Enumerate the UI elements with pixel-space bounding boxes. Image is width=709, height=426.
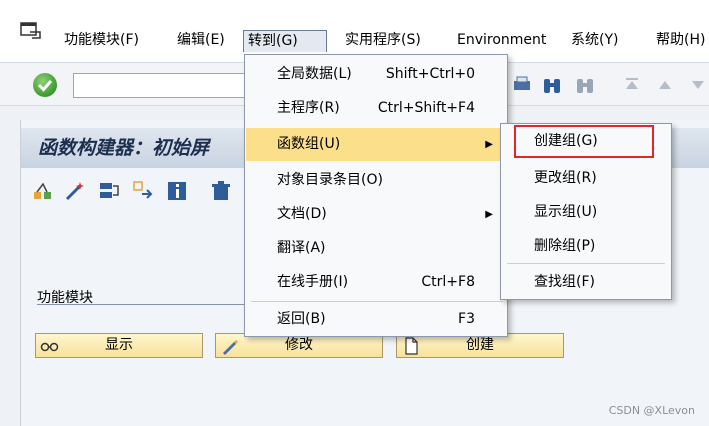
menu-item-label: 返回(B) [277, 311, 326, 327]
submenu-arrow-icon: ▶ [485, 139, 493, 150]
hierarchy-icon[interactable] [32, 180, 54, 202]
submenu-item-delete-group[interactable]: 删除组(P) [501, 230, 671, 263]
menu-item-online-manual[interactable]: 在线手册(I) Ctrl+F8 [246, 266, 506, 299]
menu-item-shortcut: F3 [458, 311, 475, 327]
display-button[interactable]: 显示 [35, 333, 203, 358]
menu-item-shortcut: Ctrl+F8 [421, 274, 475, 290]
submenu-item-change-group[interactable]: 更改组(R) [501, 162, 671, 195]
submenu-item-label: 显示组(U) [534, 204, 598, 220]
submenu-item-label: 查找组(F) [534, 274, 595, 290]
magic-wand-icon[interactable] [64, 180, 86, 202]
change-button-label: 修改 [285, 337, 313, 353]
create-button-label: 创建 [466, 337, 494, 353]
menu-item-shortcut: Ctrl+Shift+F4 [377, 100, 475, 116]
menu-system[interactable]: 系统(Y) [567, 30, 622, 52]
find-binoculars-icon[interactable] [542, 75, 562, 95]
submenu-separator [507, 263, 665, 264]
menu-goto[interactable]: 转到(G) [243, 30, 327, 52]
glasses-icon [40, 342, 59, 352]
menu-item-label: 对象目录条目(O) [277, 172, 383, 188]
find-next-icon[interactable] [575, 75, 595, 95]
menu-utilities[interactable]: 实用程序(S) [341, 30, 425, 52]
watermark: CSDN @XLevon [608, 404, 695, 417]
transfer-icon[interactable] [132, 180, 154, 202]
pencil-icon [223, 340, 238, 355]
menu-item-global-data[interactable]: 全局数据(L) Shift+Ctrl+0 [246, 58, 506, 91]
menu-item-main-program[interactable]: 主程序(R) Ctrl+Shift+F4 [246, 92, 506, 125]
menu-item-back[interactable]: 返回(B) F3 [246, 303, 506, 336]
menu-environment[interactable]: Environment [453, 30, 550, 52]
submenu-item-label: 删除组(P) [534, 238, 596, 254]
print-icon[interactable] [512, 75, 532, 95]
menu-item-label: 函数组(U) [277, 136, 341, 152]
delete-trash-icon[interactable] [210, 180, 232, 202]
display-button-label: 显示 [105, 337, 133, 353]
menu-edit[interactable]: 编辑(E) [173, 30, 229, 52]
info-icon[interactable] [166, 180, 188, 202]
submenu-item-label: 更改组(R) [534, 170, 597, 186]
submenu-item-label: 创建组(G) [534, 133, 598, 149]
submenu-item-create-group[interactable]: 创建组(G) [514, 125, 654, 158]
structure-icon[interactable] [98, 180, 120, 202]
new-document-icon [405, 337, 418, 355]
function-group-submenu: 创建组(G) 更改组(R) 显示组(U) 删除组(P) 查找组(F) [500, 123, 672, 300]
menu-item-translation[interactable]: 翻译(A) [246, 232, 506, 265]
submenu-item-find-group[interactable]: 查找组(F) [501, 266, 671, 299]
next-page-icon[interactable] [688, 75, 708, 95]
command-field[interactable] [73, 73, 253, 98]
menu-help[interactable]: 帮助(H) [652, 30, 709, 52]
menu-item-documentation[interactable]: 文档(D) ▶ [246, 198, 506, 231]
menu-item-label: 翻译(A) [277, 240, 326, 256]
menu-item-label: 在线手册(I) [277, 274, 349, 290]
first-page-icon[interactable] [622, 75, 642, 95]
menu-function-module[interactable]: 功能模块(F) [60, 30, 143, 52]
function-module-field-underline [37, 304, 247, 305]
menu-item-object-directory-entry[interactable]: 对象目录条目(O) [246, 164, 506, 197]
menu-item-label: 主程序(R) [277, 100, 340, 116]
menu-item-shortcut: Shift+Ctrl+0 [385, 66, 475, 82]
menu-bar: 功能模块(F) 编辑(E) 转到(G) 实用程序(S) Environment … [0, 0, 709, 62]
menu-item-label: 全局数据(L) [277, 66, 352, 82]
page-title: 函数构建器：初始屏 [38, 137, 210, 159]
goto-dropdown-menu: 全局数据(L) Shift+Ctrl+0 主程序(R) Ctrl+Shift+F… [244, 54, 508, 337]
menu-separator [251, 301, 503, 302]
submenu-arrow-icon: ▶ [485, 209, 493, 220]
previous-page-icon[interactable] [655, 75, 675, 95]
menu-window-icon[interactable] [20, 22, 42, 40]
enter-check-icon[interactable] [33, 73, 57, 97]
submenu-item-display-group[interactable]: 显示组(U) [501, 196, 671, 229]
menu-item-label: 文档(D) [277, 206, 327, 222]
menu-item-function-group[interactable]: 函数组(U) ▶ [246, 128, 506, 161]
